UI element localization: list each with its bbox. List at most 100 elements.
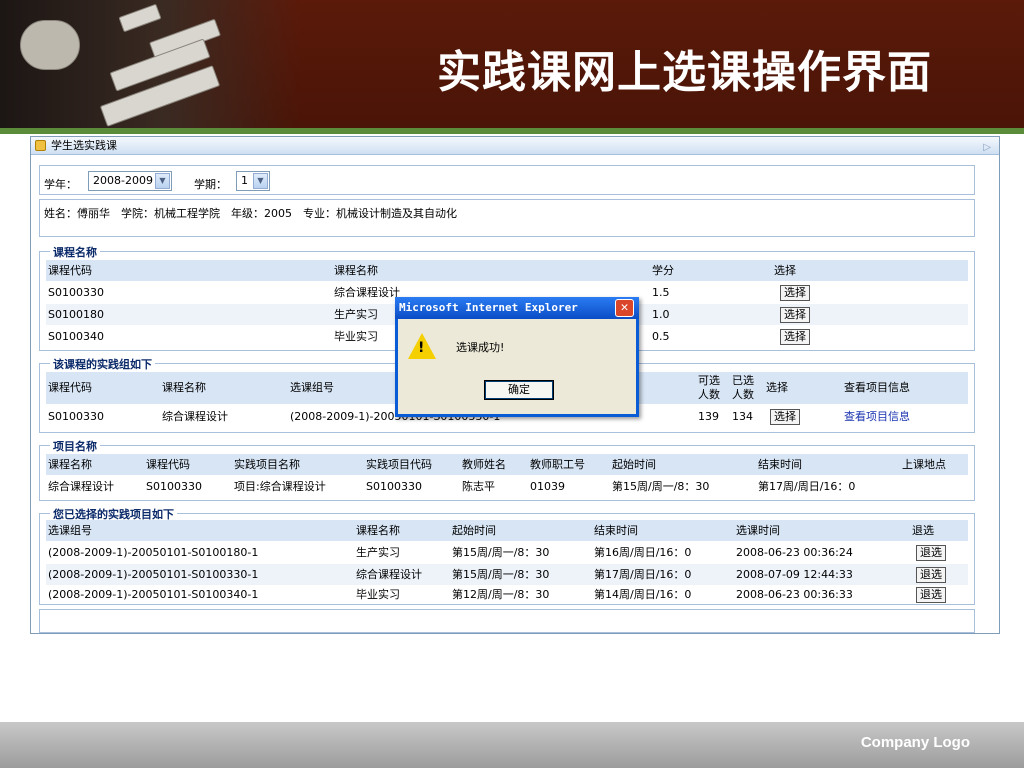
chosen-start: 第12周/周一/8：30 — [452, 588, 550, 601]
col-header: 课程代码 — [48, 381, 92, 394]
courses-legend: 课程名称 — [50, 244, 100, 260]
drop-button[interactable]: 退选 — [916, 567, 946, 583]
col-header: 起始时间 — [612, 458, 656, 471]
chosen-group: (2008-2009-1)-20050101-S0100330-1 — [48, 568, 259, 581]
browser-window: 学生选实践课 ▷ 学年： 2008-2009 ▼ 学期： 1 ▼ 姓名：傅丽华 … — [30, 136, 1000, 634]
slide: 实践课网上选课操作界面 学生选实践课 ▷ 学年： 2008-2009 ▼ 学期：… — [0, 0, 1024, 768]
col-header: 结束时间 — [758, 458, 802, 471]
table-row: 综合课程设计 S0100330 项目:综合课程设计 S0100330 陈志平 0… — [46, 476, 968, 497]
course-credit: 1.5 — [652, 286, 670, 299]
close-icon[interactable]: ✕ — [615, 299, 634, 317]
chosen-end: 第17周/周日/16：0 — [594, 568, 692, 581]
term-label: 学期： — [194, 178, 227, 191]
project-name: 项目:综合课程设计 — [234, 480, 326, 493]
col-header: 结束时间 — [594, 524, 638, 537]
table-row: (2008-2009-1)-20050101-S0100340-1 毕业实习 第… — [46, 586, 968, 604]
view-project-link[interactable]: 查看项目信息 — [844, 406, 910, 427]
chosen-time: 2008-06-23 00:36:24 — [736, 546, 853, 559]
col-header: 教师姓名 — [462, 458, 506, 471]
select-button[interactable]: 选择 — [780, 307, 810, 323]
student-info-box: 姓名：傅丽华 学院：机械工程学院 年级：2005 专业：机械设计制造及其自动化 — [39, 199, 975, 237]
select-button[interactable]: 选择 — [780, 329, 810, 345]
folder-icon — [35, 140, 46, 151]
col-header: 选择 — [766, 381, 788, 394]
teacher-name: 陈志平 — [462, 480, 495, 493]
project-end: 第17周/周日/16：0 — [758, 480, 856, 493]
keyboard-key — [118, 3, 162, 33]
col-header: 学分 — [652, 264, 674, 277]
group-course-code: S0100330 — [48, 410, 104, 423]
chosen-header: 选课组号 课程名称 起始时间 结束时间 选课时间 退选 — [46, 520, 968, 541]
chosen-course: 综合课程设计 — [356, 568, 422, 581]
col-header: 起始时间 — [452, 524, 496, 537]
warning-mark: ! — [418, 340, 425, 356]
selected-count: 134 — [732, 410, 753, 423]
course-name: 毕业实习 — [334, 330, 378, 343]
expand-arrow-icon[interactable]: ▷ — [983, 139, 991, 157]
drop-button[interactable]: 退选 — [916, 545, 946, 561]
col-header: 实践项目代码 — [366, 458, 432, 471]
course-code: S0100180 — [48, 308, 104, 321]
chosen-start: 第15周/周一/8：30 — [452, 546, 550, 559]
year-select[interactable]: 2008-2009 ▼ — [88, 171, 172, 191]
col-header: 课程名称 — [334, 264, 378, 277]
course-credit: 1.0 — [652, 308, 670, 321]
course-credit: 0.5 — [652, 330, 670, 343]
slide-title: 实践课网上选课操作界面 — [437, 47, 932, 98]
col-header: 选课时间 — [736, 524, 780, 537]
projects-fieldset: 项目名称 课程名称 课程代码 实践项目名称 实践项目代码 教师姓名 教师职工号 … — [39, 438, 975, 501]
chosen-fieldset: 您已选择的实践项目如下 选课组号 课程名称 起始时间 结束时间 选课时间 退选 … — [39, 506, 975, 605]
col-header: 课程名称 — [48, 458, 92, 471]
col-header: 课程名称 — [356, 524, 400, 537]
term-select[interactable]: 1 ▼ — [236, 171, 270, 191]
col-header: 课程代码 — [48, 264, 92, 277]
chosen-time: 2008-06-23 00:36:33 — [736, 588, 853, 601]
mouse-shape — [20, 20, 80, 70]
year-label: 学年： — [44, 178, 77, 191]
col-header: 可选人数 — [698, 374, 720, 401]
projects-header: 课程名称 课程代码 实践项目名称 实践项目代码 教师姓名 教师职工号 起始时间 … — [46, 454, 968, 475]
term-value: 1 — [241, 174, 248, 187]
course-name: 综合课程设计 — [334, 286, 400, 299]
slide-header: 实践课网上选课操作界面 — [0, 0, 1024, 128]
dialog-title-bar: Microsoft Internet Explorer ✕ — [395, 297, 639, 319]
table-row: (2008-2009-1)-20050101-S0100180-1 生产实习 第… — [46, 542, 968, 563]
empty-panel — [39, 609, 975, 633]
course-name: 生产实习 — [334, 308, 378, 321]
chosen-time: 2008-07-09 12:44:33 — [736, 568, 853, 581]
table-row: (2008-2009-1)-20050101-S0100330-1 综合课程设计… — [46, 564, 968, 585]
col-header: 退选 — [912, 524, 934, 537]
dialog-title: Microsoft Internet Explorer — [399, 301, 578, 314]
slide-footer: Company Logo — [0, 722, 1024, 768]
course-code: S0100330 — [48, 286, 104, 299]
chevron-down-icon[interactable]: ▼ — [253, 173, 268, 189]
dialog-message: 选课成功! — [456, 341, 505, 354]
available-count: 139 — [698, 410, 719, 423]
chosen-course: 生产实习 — [356, 546, 400, 559]
select-group-button[interactable]: 选择 — [770, 409, 800, 425]
filter-bar: 学年： 2008-2009 ▼ 学期： 1 ▼ — [39, 165, 975, 195]
drop-button[interactable]: 退选 — [916, 587, 946, 603]
chosen-course: 毕业实习 — [356, 588, 400, 601]
keyboard-photo — [0, 0, 300, 128]
col-header: 课程代码 — [146, 458, 190, 471]
chosen-group: (2008-2009-1)-20050101-S0100180-1 — [48, 546, 259, 559]
year-value: 2008-2009 — [93, 174, 153, 187]
col-header: 选择 — [774, 264, 796, 277]
student-info: 姓名：傅丽华 学院：机械工程学院 年级：2005 专业：机械设计制造及其自动化 — [44, 207, 457, 220]
courses-header: 课程代码 课程名称 学分 选择 — [46, 260, 968, 281]
chosen-end: 第14周/周日/16：0 — [594, 588, 692, 601]
window-title-bar: 学生选实践课 ▷ — [31, 137, 999, 155]
chosen-group: (2008-2009-1)-20050101-S0100340-1 — [48, 588, 259, 601]
col-header: 实践项目名称 — [234, 458, 300, 471]
col-header: 课程名称 — [162, 381, 206, 394]
project-course-code: S0100330 — [146, 480, 202, 493]
col-header: 教师职工号 — [530, 458, 585, 471]
col-header: 上课地点 — [902, 458, 946, 471]
ok-button[interactable]: 确定 — [484, 380, 554, 400]
select-button[interactable]: 选择 — [780, 285, 810, 301]
project-course: 综合课程设计 — [48, 480, 114, 493]
company-logo: Company Logo — [860, 734, 970, 751]
chevron-down-icon[interactable]: ▼ — [155, 173, 170, 189]
groups-legend: 该课程的实践组如下 — [50, 356, 155, 372]
